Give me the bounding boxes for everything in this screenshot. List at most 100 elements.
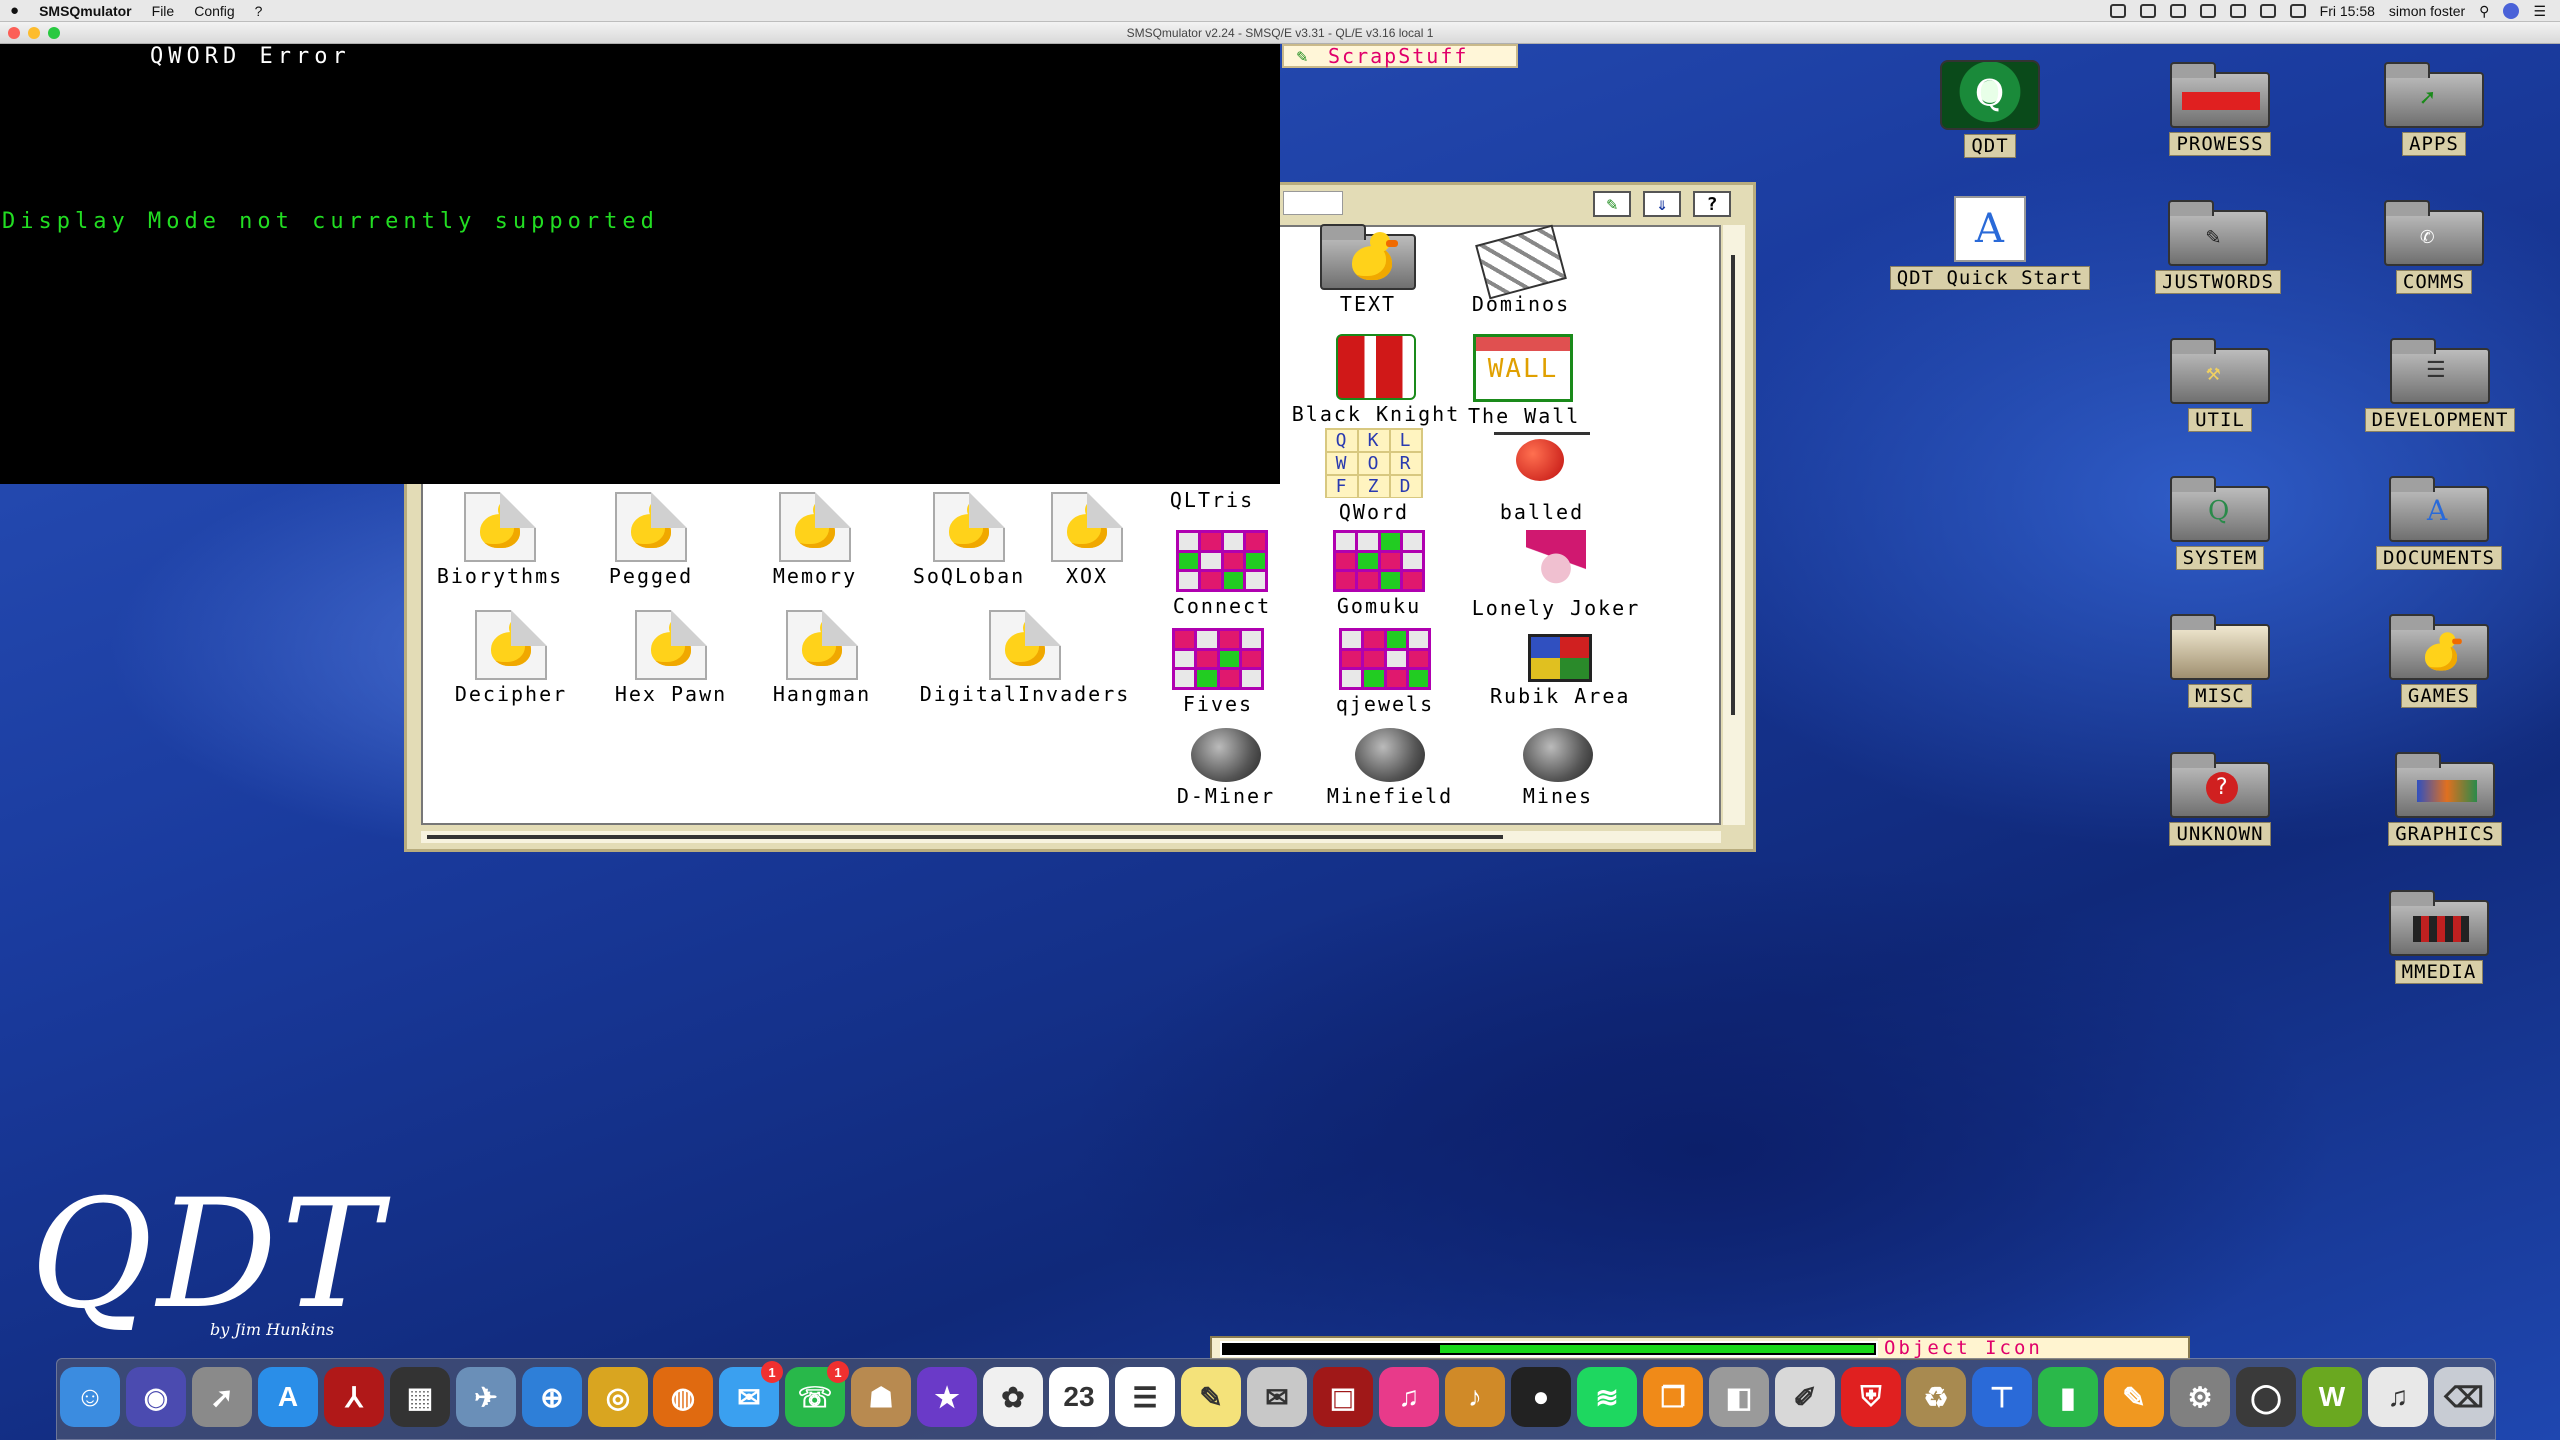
desktop-icon-documents[interactable]: A DOCUMENTS — [2364, 476, 2514, 570]
dropbox-icon[interactable] — [2109, 4, 2126, 18]
menu-help[interactable]: ? — [245, 3, 273, 19]
desktop-icon-unknown[interactable]: ? UNKNOWN — [2158, 752, 2282, 846]
icon-hangman[interactable]: Hangman — [762, 610, 882, 706]
sync-icon[interactable] — [2139, 4, 2156, 18]
dock-notes-icon[interactable]: ✎ — [1181, 1367, 1241, 1427]
user-menu[interactable]: simon foster — [2389, 3, 2465, 19]
dock-firefox-icon[interactable]: ◍ — [653, 1367, 713, 1427]
desktop-icon-system[interactable]: Q SYSTEM — [2160, 476, 2280, 570]
icon-decipher[interactable]: Decipher — [446, 610, 576, 706]
icon-balled[interactable]: balled — [1482, 432, 1602, 524]
airplay-icon[interactable] — [2259, 4, 2276, 18]
icon-gomuku[interactable]: Gomuku — [1324, 530, 1434, 618]
dock-photo-booth-icon[interactable]: ▦ — [390, 1367, 450, 1427]
dock-smsqmulator-icon[interactable]: ◯ — [2236, 1367, 2296, 1427]
icon-digital-invaders[interactable]: DigitalInvaders — [910, 610, 1140, 706]
dock-preview-icon[interactable]: ✈ — [456, 1367, 516, 1427]
spotlight-icon[interactable]: ⚲ — [2479, 3, 2489, 20]
dock-system-preferences-icon[interactable]: ⚙ — [2170, 1367, 2230, 1427]
volume-icon[interactable] — [2289, 4, 2306, 18]
desktop-icon-comms[interactable]: ✆ COMMS — [2374, 200, 2494, 294]
icon-minefield[interactable]: Minefield — [1320, 728, 1460, 808]
vertical-scrollbar[interactable] — [1723, 225, 1745, 825]
dock-script-editor-icon[interactable]: ✐ — [1775, 1367, 1835, 1427]
dock-app-store-icon[interactable]: A — [258, 1367, 318, 1427]
minimize-button[interactable] — [28, 27, 40, 39]
desktop-icon-development[interactable]: ☰ DEVELOPMENT — [2350, 338, 2530, 432]
dock-vinyl-icon[interactable]: ● — [1511, 1367, 1571, 1427]
dock-messages-icon[interactable]: ✉ 1 — [719, 1361, 783, 1427]
desktop-icon-prowess[interactable]: PROWESS — [2160, 62, 2280, 156]
dock-spotify-icon[interactable]: ≋ — [1577, 1367, 1637, 1427]
dock-archive-utility-icon[interactable]: ♻ — [1906, 1367, 1966, 1427]
clock[interactable]: Fri 15:58 — [2320, 3, 2375, 19]
desktop-icon-apps[interactable]: ➚ APPS — [2374, 62, 2494, 156]
icon-memory[interactable]: Memory — [760, 492, 870, 588]
bluetooth-icon[interactable] — [2199, 4, 2216, 18]
icon-mines[interactable]: Mines — [1508, 728, 1608, 808]
icon-soqloban[interactable]: SoQLoban — [904, 492, 1034, 588]
dock-siri-icon[interactable]: ◉ — [126, 1367, 186, 1427]
dock-reminders-icon[interactable]: ☰ — [1115, 1367, 1175, 1427]
menu-file[interactable]: File — [142, 3, 185, 19]
dock-numbers-icon[interactable]: ▮ — [2038, 1367, 2098, 1427]
dock-pages-icon[interactable]: ✎ — [2104, 1367, 2164, 1427]
dock-garageband-icon[interactable]: ♪ — [1445, 1367, 1505, 1427]
dock-trash-icon[interactable]: ⌫ — [2434, 1367, 2494, 1427]
horizontal-scroll-thumb[interactable] — [427, 835, 1503, 839]
menu-config[interactable]: Config — [184, 3, 244, 19]
app-menu[interactable]: SMSQmulator — [29, 3, 142, 19]
close-button[interactable] — [8, 27, 20, 39]
dock-shield-app-icon[interactable]: ⛨ — [1841, 1367, 1901, 1427]
dock-calendar-icon[interactable]: 23 — [1049, 1367, 1109, 1427]
horizontal-scrollbar[interactable] — [421, 831, 1721, 843]
dock-facetime-icon[interactable]: ☏ 1 — [785, 1361, 849, 1427]
window-name-field[interactable] — [1283, 191, 1343, 215]
resize-down-button[interactable]: ⇓ — [1643, 191, 1681, 217]
icon-pegged[interactable]: Pegged — [596, 492, 706, 588]
icon-connect[interactable]: Connect — [1162, 530, 1282, 618]
zoom-button[interactable] — [48, 27, 60, 39]
notification-center-icon[interactable]: ☰ — [2533, 3, 2546, 20]
dock-disk-utility-icon[interactable]: ◧ — [1709, 1367, 1769, 1427]
scrapstuff-tab[interactable]: ✎ ScrapStuff — [1282, 44, 1518, 68]
dock-acrobat-icon[interactable]: ⅄ — [324, 1367, 384, 1427]
icon-black-knight[interactable]: Black Knight — [1286, 334, 1466, 426]
dock-itunes-icon[interactable]: ♫ — [1379, 1367, 1439, 1427]
desktop-icon-qdt[interactable]: Q QDT — [1930, 60, 2050, 158]
desktop-icon-graphics[interactable]: GRAPHICS — [2370, 752, 2520, 846]
desktop-icon-util[interactable]: ⚒ UTIL — [2160, 338, 2280, 432]
icon-text[interactable]: TEXT — [1318, 224, 1418, 316]
dock-imovie-icon[interactable]: ★ — [917, 1367, 977, 1427]
desktop-icon-games[interactable]: GAMES — [2374, 614, 2504, 708]
dock-mail-icon[interactable]: ✉ — [1247, 1367, 1307, 1427]
window-titlebar[interactable]: SMSQmulator v2.24 - SMSQ/E v3.31 - QL/E … — [0, 22, 2560, 44]
icon-hex-pawn[interactable]: Hex Pawn — [606, 610, 736, 706]
dock-launchpad-icon[interactable]: ➚ — [192, 1367, 252, 1427]
icon-biorythms[interactable]: Biorythms — [430, 492, 570, 588]
dock-photos-icon[interactable]: ✿ — [983, 1367, 1043, 1427]
dock-music-file-icon[interactable]: ♫ — [2368, 1367, 2428, 1427]
icon-fives[interactable]: Fives — [1168, 628, 1268, 716]
desktop-icon-mmedia[interactable]: MMEDIA — [2374, 890, 2504, 984]
icon-qword[interactable]: QKL WOR FZD QWord — [1318, 428, 1430, 524]
icon-qjewels[interactable]: qjewels — [1330, 628, 1440, 716]
move-window-button[interactable]: ✎ — [1593, 191, 1631, 217]
siri-icon[interactable] — [2503, 3, 2520, 19]
dock-contacts-icon[interactable]: ☗ — [851, 1367, 911, 1427]
icon-lonely-joker[interactable]: Lonely Joker — [1466, 530, 1646, 620]
desktop-icon-qdt-quick-start[interactable]: A QDT Quick Start — [1870, 196, 2110, 290]
dock-keynote-icon[interactable]: ⊤ — [1972, 1367, 2032, 1427]
dock-safari-icon[interactable]: ⊕ — [522, 1367, 582, 1427]
apple-menu-icon[interactable]: ● — [0, 2, 29, 19]
dock-finder-icon[interactable]: ☺ — [60, 1367, 120, 1427]
wifi-icon[interactable] — [2229, 4, 2246, 18]
icon-xox[interactable]: XOX — [1042, 492, 1132, 588]
help-button[interactable]: ? — [1693, 191, 1731, 217]
icon-dominos[interactable]: Dominos — [1466, 224, 1576, 316]
vertical-scroll-thumb[interactable] — [1731, 255, 1735, 715]
dock-photo-app-icon[interactable]: ▣ — [1313, 1367, 1373, 1427]
desktop-icon-misc[interactable]: MISC — [2160, 614, 2280, 708]
dock-ibooks-icon[interactable]: ❐ — [1643, 1367, 1703, 1427]
icon-rubik-area[interactable]: Rubik Area — [1490, 634, 1630, 708]
